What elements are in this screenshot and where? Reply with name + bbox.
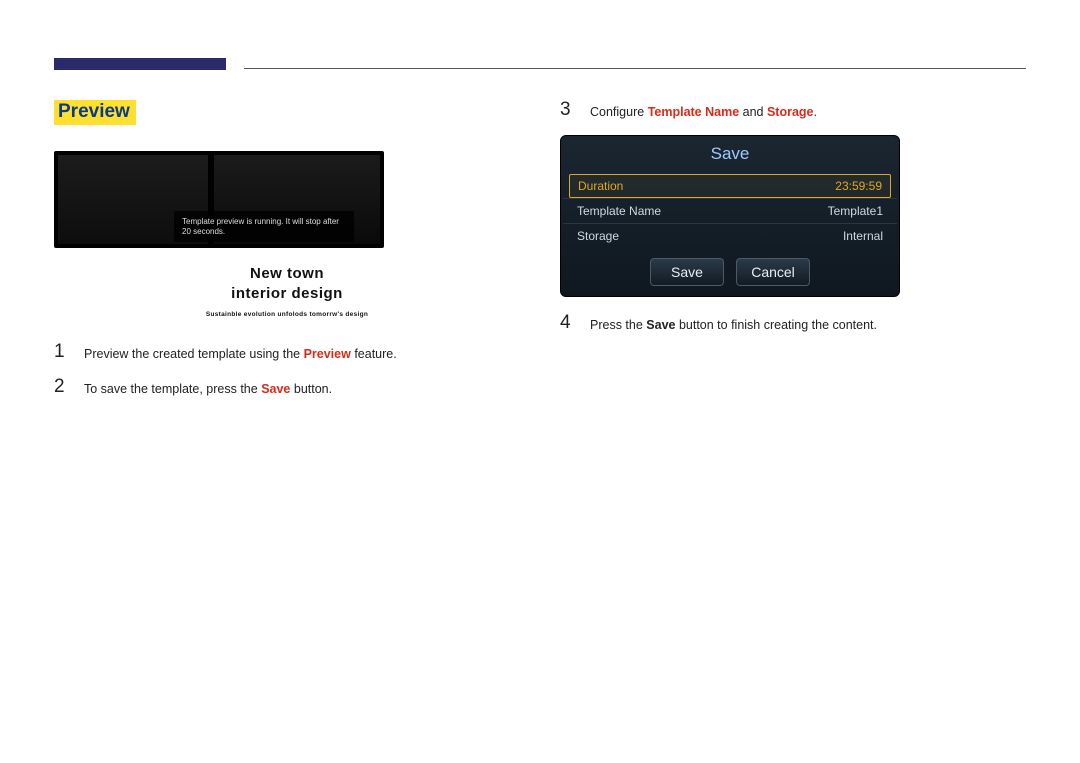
step-text: Preview the created template using the P… [84,342,397,363]
step-number: 1 [54,342,70,361]
preview-caption: New town interior design [54,264,520,305]
section-title: Preview [54,100,136,125]
save-button[interactable]: Save [650,258,724,286]
chapter-tab [54,58,226,70]
step-text: To save the template, press the Save but… [84,377,332,398]
row-value: Internal [843,229,883,243]
step-text: Configure Template Name and Storage. [590,100,817,121]
save-dialog: Save Duration 23:59:59 Template Name Tem… [560,135,900,297]
row-label: Template Name [577,204,661,218]
dialog-row-template-name[interactable]: Template Name Template1 [563,198,897,223]
step-number: 3 [560,100,576,119]
dialog-row-storage[interactable]: Storage Internal [563,223,897,248]
preview-subcaption: Sustainble evolution unfolods tomorrw's … [54,311,520,318]
header-rule [244,68,1026,69]
dialog-row-duration[interactable]: Duration 23:59:59 [569,174,891,198]
row-value: 23:59:59 [835,179,882,193]
row-label: Storage [577,229,619,243]
cancel-button[interactable]: Cancel [736,258,810,286]
row-label: Duration [578,179,623,193]
preview-thumbnail: Template preview is running. It will sto… [54,151,384,248]
step-2: 2 To save the template, press the Save b… [54,377,520,398]
step-4: 4 Press the Save button to finish creati… [560,313,1026,334]
step-3: 3 Configure Template Name and Storage. [560,100,1026,121]
step-text: Press the Save button to finish creating… [590,313,877,334]
row-value: Template1 [828,204,883,218]
preview-toast: Template preview is running. It will sto… [174,211,354,242]
dialog-title: Save [563,138,897,174]
step-number: 4 [560,313,576,332]
step-1: 1 Preview the created template using the… [54,342,520,363]
step-number: 2 [54,377,70,396]
